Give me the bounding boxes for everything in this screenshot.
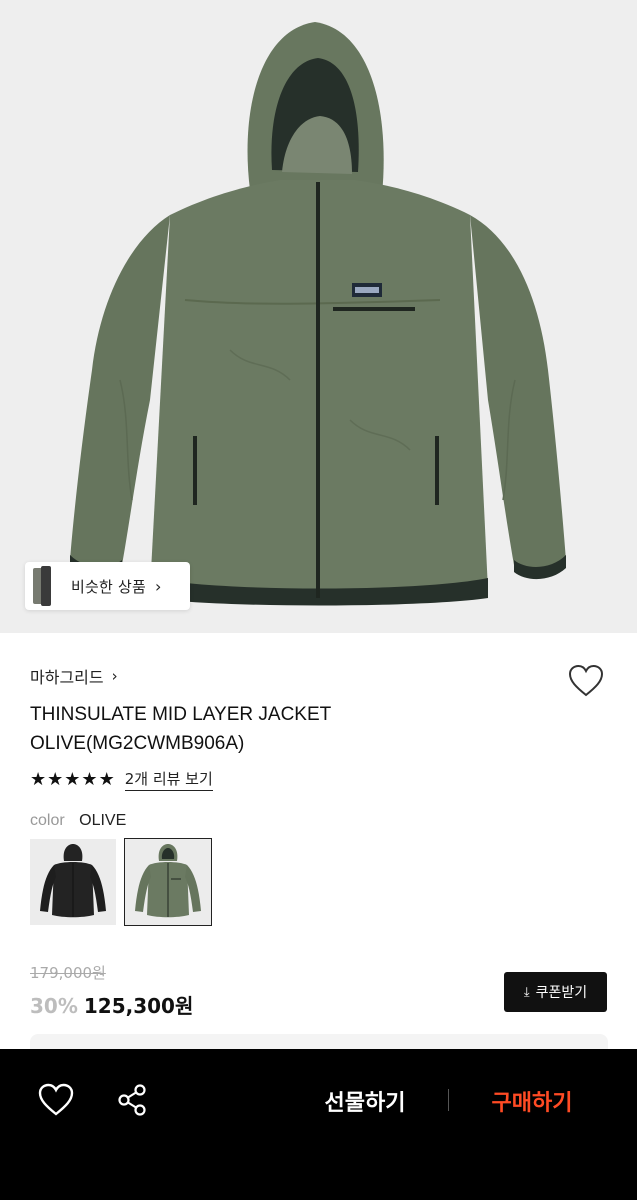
product-title-line-2: OLIVE(MG2CWMB906A): [30, 733, 245, 754]
wishlist-bottom-button[interactable]: [38, 1083, 74, 1117]
brand-link[interactable]: 마하그리드 ›: [30, 664, 118, 688]
coupon-download-button[interactable]: ⤓ 쿠폰받기: [504, 972, 607, 1012]
brand-name: 마하그리드: [30, 668, 104, 687]
price-row: 30% 125,300원: [30, 990, 193, 1019]
heart-icon: [38, 1083, 74, 1116]
star-icon: ★: [81, 768, 98, 790]
olive-jacket-thumbnail: [125, 839, 211, 925]
star-rating: ★ ★ ★ ★ ★: [30, 768, 115, 790]
download-icon: ⤓: [523, 984, 530, 1000]
swatch-olive[interactable]: [124, 838, 212, 926]
discount-rate: 30%: [30, 994, 78, 1018]
star-icon: ★: [64, 768, 81, 790]
product-title-line-1: THINSULATE MID LAYER JACKET: [30, 704, 332, 725]
share-button[interactable]: [116, 1083, 150, 1117]
chevron-right-icon: ›: [111, 667, 118, 685]
product-title: THINSULATE MID LAYER JACKET OLIVE(MG2CWM…: [30, 700, 450, 758]
wishlist-button[interactable]: [568, 664, 604, 698]
sale-price: 125,300원: [83, 994, 194, 1018]
color-option-row: color OLIVE: [30, 812, 126, 830]
similar-products-button[interactable]: 비슷한 상품 ›: [25, 562, 190, 610]
buy-button[interactable]: 구매하기: [470, 1083, 594, 1119]
similar-products-thumbnail: [25, 562, 55, 610]
color-swatches: [30, 838, 212, 926]
olive-jacket-photo: [0, 0, 637, 633]
rating-row: ★ ★ ★ ★ ★ 2개 리뷰 보기: [30, 768, 213, 791]
star-icon: ★: [98, 768, 115, 790]
color-label: color: [30, 812, 65, 829]
chevron-right-icon: ›: [154, 576, 162, 596]
star-icon: ★: [30, 768, 47, 790]
bottom-action-bar: 선물하기 구매하기: [0, 1049, 637, 1200]
divider: [448, 1089, 449, 1111]
color-value: OLIVE: [79, 812, 127, 829]
share-icon: [118, 1084, 146, 1116]
similar-products-label: 비슷한 상품: [71, 577, 146, 596]
review-link[interactable]: 2개 리뷰 보기: [124, 768, 213, 791]
swatch-black[interactable]: [30, 839, 116, 925]
product-hero-image[interactable]: 비슷한 상품 ›: [0, 0, 637, 633]
coupon-label: 쿠폰받기: [535, 985, 588, 1001]
original-price: 179,000원: [30, 964, 106, 982]
gift-button[interactable]: 선물하기: [305, 1083, 425, 1119]
heart-icon: [568, 664, 604, 697]
black-jacket-thumbnail: [30, 839, 116, 925]
star-icon: ★: [47, 768, 64, 790]
